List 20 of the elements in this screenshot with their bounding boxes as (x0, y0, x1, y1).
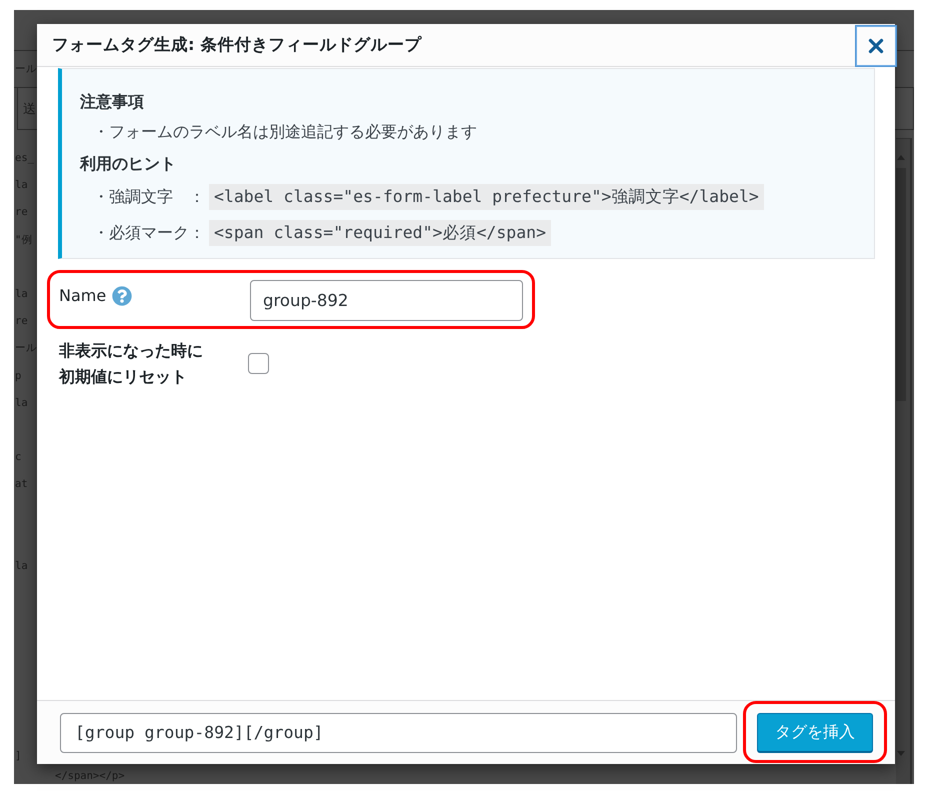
hint-label: ・必須マーク： (93, 222, 205, 244)
down-arrow-icon[interactable] (897, 751, 905, 756)
shortcode-field[interactable]: [group group-892][/group] (60, 712, 737, 752)
scrollbar-track[interactable] (896, 138, 912, 784)
code-snippet: <span class="required">必須</span> (209, 220, 552, 246)
name-field[interactable]: group-892 (250, 280, 523, 321)
field-label: Name (59, 285, 106, 307)
checkbox[interactable] (248, 353, 269, 374)
hint-label: ・強調文字 ： (93, 186, 205, 208)
dialog-title: フォームタグ生成: 条件付きフィールドグループ (52, 34, 422, 56)
help-icon[interactable] (112, 286, 132, 306)
scrollbar-thumb[interactable] (896, 168, 906, 401)
code-fragment: ] (15, 750, 22, 764)
up-arrow-icon[interactable] (897, 155, 905, 160)
notice-text: ・フォームのラベル名は別途追記する必要があります (92, 121, 478, 143)
close-button[interactable] (855, 25, 897, 67)
hint-heading: 利用のヒント (80, 153, 177, 175)
code-snippet: <label class="es-form-label prefecture">強調文字</label> (209, 184, 764, 210)
field-label: 非表示になった時に初期値にリセット (59, 340, 204, 388)
notice-heading: 注意事項 (80, 91, 145, 113)
